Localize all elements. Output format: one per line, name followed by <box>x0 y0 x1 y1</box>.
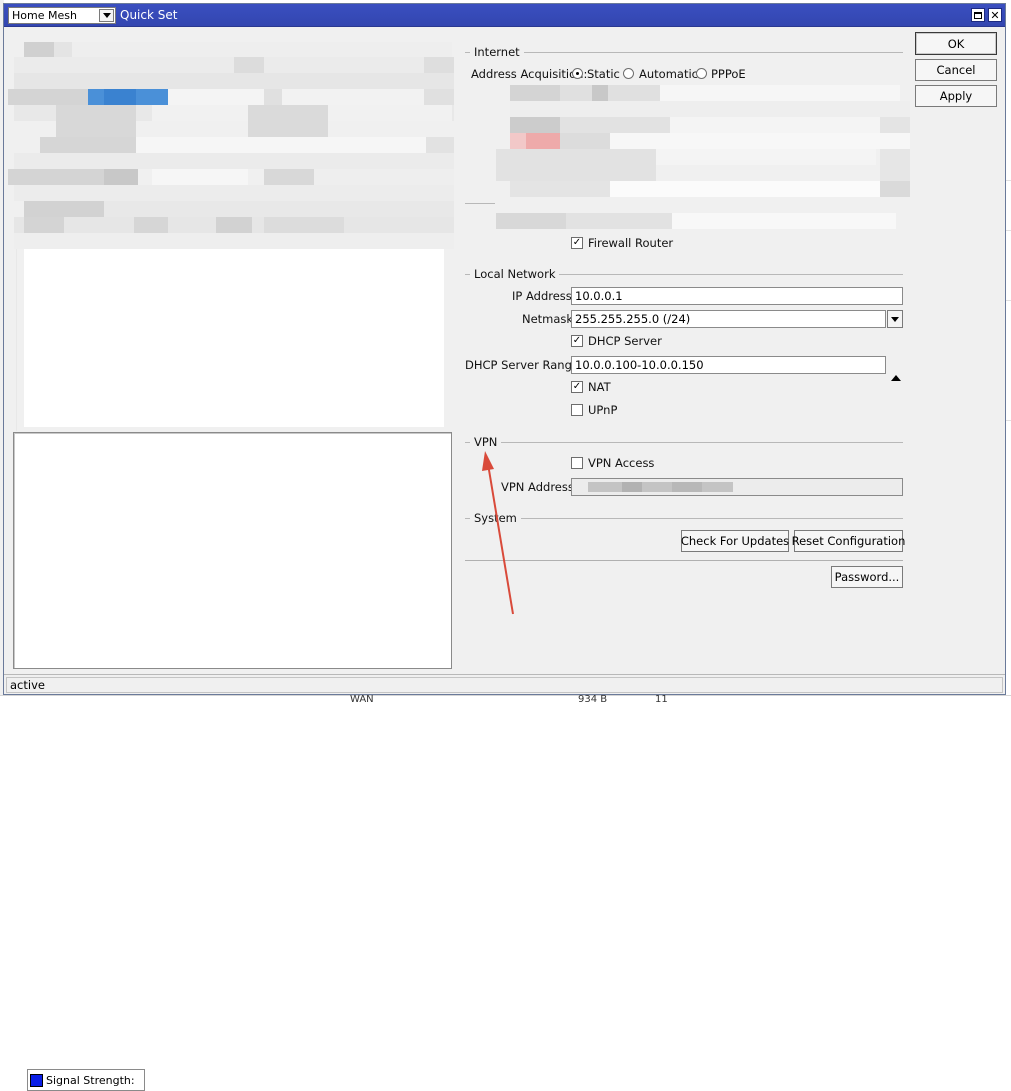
vpn-group-line <box>465 442 903 443</box>
radio-static[interactable] <box>572 68 583 79</box>
signal-legend: Signal Strength: <box>27 1069 145 1091</box>
system-separator <box>465 560 903 561</box>
wireless-list-pane[interactable] <box>24 249 444 427</box>
chevron-down-icon[interactable] <box>99 9 114 22</box>
internet-group-line <box>465 52 903 53</box>
vpn-access-checkbox[interactable] <box>571 457 583 469</box>
mode-select-value: Home Mesh <box>12 9 77 22</box>
radio-pppoe-label[interactable]: PPPoE <box>711 67 746 81</box>
address-acquisition-label: Address Acquisition: <box>471 67 588 81</box>
internet-group-title: Internet <box>470 45 524 59</box>
close-button[interactable]: ✕ <box>988 8 1002 22</box>
apply-button[interactable]: Apply <box>915 85 997 107</box>
dhcp-range-label: DHCP Server Range: <box>465 358 583 372</box>
background-table-row <box>0 695 1011 704</box>
signal-legend-label: Signal Strength: <box>46 1073 135 1087</box>
upnp-checkbox[interactable] <box>571 404 583 416</box>
radio-static-label[interactable]: Static <box>587 67 620 81</box>
mode-select[interactable]: Home Mesh <box>8 7 116 24</box>
firewall-router-checkbox[interactable]: ✓ <box>571 237 583 249</box>
ip-address-field[interactable]: 10.0.0.1 <box>571 287 903 305</box>
ok-button[interactable]: OK <box>915 32 997 55</box>
vpn-address-field <box>571 478 903 496</box>
dhcp-server-checkbox[interactable]: ✓ <box>571 335 583 347</box>
radio-automatic-label[interactable]: Automatic <box>639 67 698 81</box>
vpn-access-label[interactable]: VPN Access <box>588 456 654 470</box>
vpn-group-title: VPN <box>470 435 502 449</box>
signal-graph: Signal Strength: <box>13 432 452 1091</box>
system-group-line <box>465 518 903 519</box>
local-network-group-title: Local Network <box>470 267 560 281</box>
chevron-down-icon <box>891 316 899 322</box>
dhcp-server-label[interactable]: DHCP Server <box>588 334 662 348</box>
title-bar[interactable]: Home Mesh Quick Set ✕ <box>4 4 1005 27</box>
signal-swatch <box>30 1073 43 1087</box>
quick-set-window: Home Mesh Quick Set ✕ Signal Strength: I… <box>3 3 1006 1091</box>
nat-checkbox[interactable]: ✓ <box>571 381 583 393</box>
annotation-arrow <box>482 451 514 615</box>
check-for-updates-button[interactable]: Check For Updates <box>681 530 789 552</box>
status-bar: active <box>4 674 1005 694</box>
dhcp-range-field[interactable]: 10.0.0.100-10.0.0.150 <box>571 356 886 374</box>
netmask-label: Netmask: <box>522 312 577 326</box>
reset-configuration-button[interactable]: Reset Configuration <box>792 530 905 552</box>
close-icon: ✕ <box>990 8 1000 22</box>
radio-pppoe[interactable] <box>696 68 707 79</box>
password-button[interactable]: Password... <box>831 566 903 588</box>
firewall-router-label[interactable]: Firewall Router <box>588 236 673 250</box>
status-text: active <box>6 677 1003 693</box>
ip-address-label: IP Address: <box>512 289 576 303</box>
netmask-dropdown-button[interactable] <box>887 310 903 328</box>
radio-automatic[interactable] <box>623 68 634 79</box>
netmask-field[interactable]: 255.255.255.0 (/24) <box>571 310 886 328</box>
nat-label[interactable]: NAT <box>588 380 611 394</box>
maximize-button[interactable] <box>971 8 985 22</box>
upnp-label[interactable]: UPnP <box>588 403 617 417</box>
window-title: Quick Set <box>120 8 178 22</box>
maximize-icon <box>974 11 982 19</box>
cancel-button[interactable]: Cancel <box>915 59 997 81</box>
collapse-up-icon[interactable] <box>891 361 901 381</box>
